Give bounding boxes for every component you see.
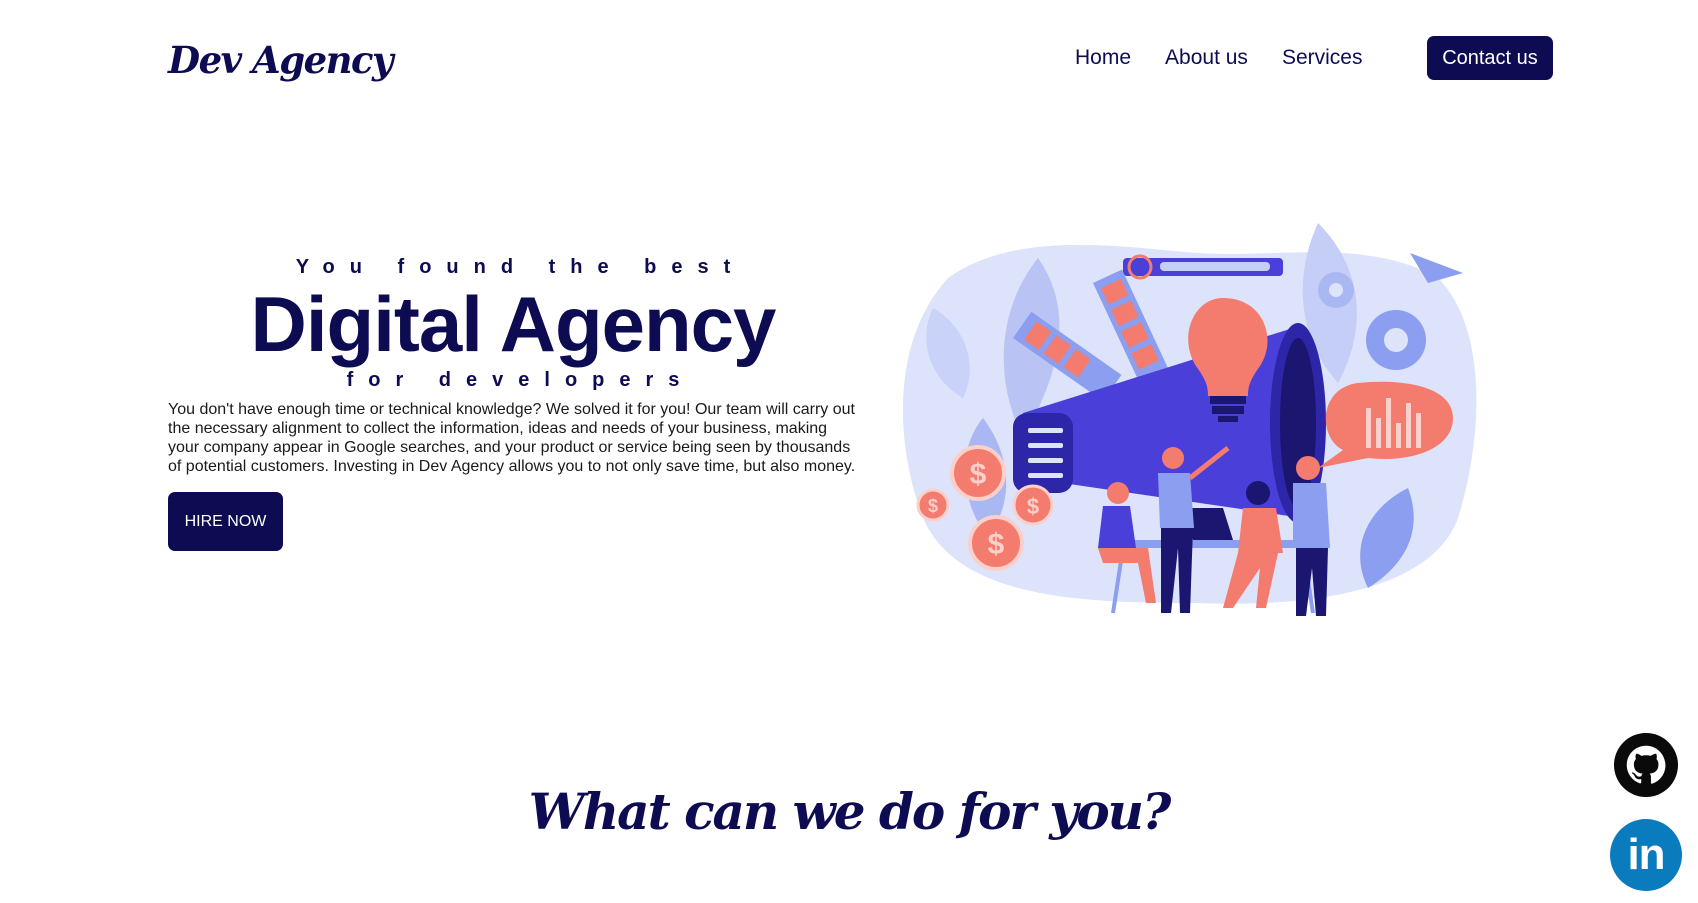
svg-text:$: $ xyxy=(1027,494,1039,519)
navbar: Dev Agency Home About us Services Contac… xyxy=(0,0,1698,120)
hero-section: You found the best Digital Agency for de… xyxy=(168,256,858,551)
hero-eyebrow: You found the best xyxy=(295,256,746,278)
nav-link-home[interactable]: Home xyxy=(1075,46,1131,70)
hire-now-button[interactable]: HIRE NOW xyxy=(168,492,283,551)
nav-link-services[interactable]: Services xyxy=(1282,46,1363,70)
services-title: What can we do for you? xyxy=(528,782,1172,841)
nav-link-about-us[interactable]: About us xyxy=(1165,46,1248,70)
contact-us-button[interactable]: Contact us xyxy=(1427,36,1553,80)
svg-text:$: $ xyxy=(988,528,1005,561)
nav-links: Home About us Services xyxy=(1075,46,1362,70)
hero-description: You don't have enough time or technical … xyxy=(168,401,856,475)
github-link[interactable] xyxy=(1614,733,1678,797)
hero-illustration: $ $ $ $ xyxy=(902,223,1477,616)
github-icon xyxy=(1626,745,1666,784)
logo[interactable]: Dev Agency xyxy=(168,38,394,82)
hero-subtitle: for developers xyxy=(346,369,695,391)
svg-text:$: $ xyxy=(970,458,987,491)
hero-title: Digital Agency xyxy=(250,280,777,368)
svg-text:$: $ xyxy=(928,496,938,516)
linkedin-icon: in xyxy=(1627,830,1665,879)
linkedin-link[interactable]: in xyxy=(1610,819,1682,891)
